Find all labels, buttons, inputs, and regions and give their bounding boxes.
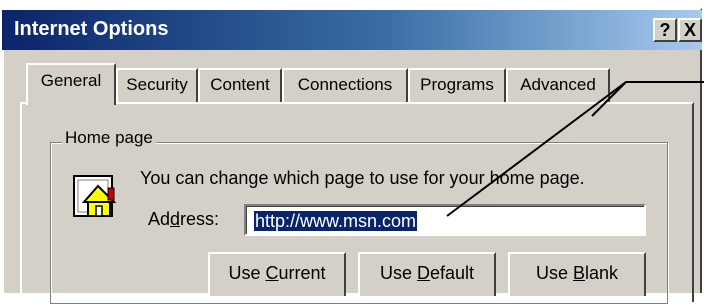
tab-advanced[interactable]: Advanced <box>506 68 610 102</box>
use-current-button[interactable]: Use Current <box>208 252 346 296</box>
tab-security[interactable]: Security <box>116 68 198 102</box>
window-title: Internet Options <box>14 18 169 40</box>
use-default-button[interactable]: Use Default <box>358 252 496 296</box>
address-input[interactable]: http://www.msn.com <box>244 204 646 236</box>
tab-content[interactable]: Content <box>198 68 282 102</box>
use-blank-button[interactable]: Use Blank <box>508 252 646 296</box>
tab-connections[interactable]: Connections <box>282 68 408 102</box>
tab-general[interactable]: General <box>26 63 116 105</box>
address-value: http://www.msn.com <box>252 210 419 232</box>
home-page-description: You can change which page to use for you… <box>140 168 585 188</box>
help-button[interactable]: ? <box>653 18 677 42</box>
title-bar[interactable]: Internet Options ? X <box>2 10 702 50</box>
tab-programs[interactable]: Programs <box>408 68 506 102</box>
home-page-group-label: Home page <box>62 128 156 148</box>
close-button[interactable]: X <box>678 18 702 42</box>
address-label: Address: <box>148 209 220 229</box>
house-icon <box>73 175 117 217</box>
